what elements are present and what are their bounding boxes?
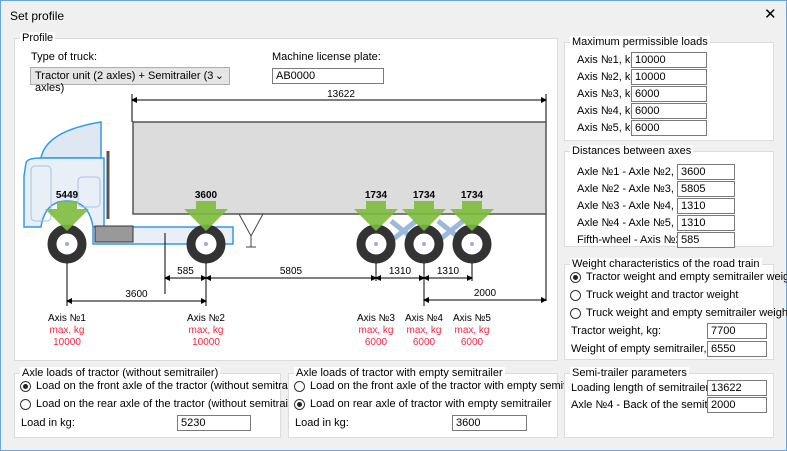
- dimension-text-fifth: 585: [177, 266, 194, 277]
- set-profile-dialog: Set profile ✕ 13622 5449 3600 1734 1734 1734…: [0, 0, 787, 451]
- row-input[interactable]: 6000: [631, 103, 707, 119]
- radio-button[interactable]: [294, 399, 305, 410]
- row-input[interactable]: 6000: [631, 120, 707, 136]
- weight-label: Weight characteristics of the road train: [570, 258, 762, 270]
- truck-type-select[interactable]: Tractor unit (2 axles) + Semitrailer (3 …: [30, 67, 230, 94]
- radio-label[interactable]: Load on the rear axle of the tractor (wi…: [36, 398, 304, 410]
- wheel-hub: [422, 242, 426, 246]
- axle-load-value: 5449: [56, 190, 79, 201]
- row-input[interactable]: 585: [677, 232, 735, 248]
- distances-group: Distances between axes Axle №1 - Axle №2…: [564, 145, 774, 248]
- axle-load-value: 1734: [413, 190, 436, 201]
- max-loads-group: Maximum permissible loads Axis №1, kg: 10…: [564, 36, 774, 141]
- radio-label[interactable]: Truck weight and empty semitrailer weigh…: [586, 307, 787, 319]
- axis-max-label: max, kg: [49, 325, 84, 336]
- row-input[interactable]: 3600: [677, 164, 735, 180]
- radio-label[interactable]: Load on the front axle of the tractor (w…: [36, 380, 306, 392]
- load-input[interactable]: 3600: [452, 415, 527, 431]
- landing-gear: [238, 213, 264, 248]
- load-input[interactable]: 5230: [177, 415, 251, 431]
- axle-load-value: 1734: [365, 190, 388, 201]
- tractor-weight-label: Tractor weight, kg:: [571, 325, 662, 337]
- axis-name: Axis №3: [357, 313, 395, 324]
- axis-max-value: 6000: [413, 337, 436, 348]
- axis-max-label: max, kg: [454, 325, 489, 336]
- license-plate-input[interactable]: AB0000: [272, 68, 384, 84]
- radio-button[interactable]: [570, 272, 581, 283]
- axis-max-value: 10000: [192, 337, 220, 348]
- semitrailer-weight-label: Weight of empty semitrailer, kg:: [571, 343, 725, 355]
- axis-name: Axis №5: [453, 313, 491, 324]
- axle-load-value: 1734: [461, 190, 484, 201]
- radio-button[interactable]: [570, 290, 581, 301]
- load-label: Load in kg:: [21, 417, 75, 429]
- axle-loads-no-semitrailer-label: Axle loads of tractor (without semitrail…: [20, 367, 221, 379]
- chevron-down-icon: ⌄: [214, 70, 224, 82]
- wheel-hub: [204, 242, 208, 246]
- total-length-text: 13622: [327, 89, 355, 100]
- wheel-hub: [374, 242, 378, 246]
- close-icon[interactable]: ✕: [764, 5, 777, 23]
- axle-loads-empty-semitrailer-group: Axle loads of tractor with empty semitra…: [288, 367, 591, 438]
- profile-group: 13622 5449 3600 1734 1734 1734 585 5805 1310 131…: [14, 32, 558, 361]
- semitrailer-params-label: Semi-trailer parameters: [570, 367, 689, 379]
- radio-button[interactable]: [20, 381, 31, 392]
- axle-loads-no-semitrailer-group: Axle loads of tractor (without semitrail…: [14, 367, 306, 438]
- axis-max-label: max, kg: [358, 325, 393, 336]
- axis-name: Axis №1: [48, 313, 86, 324]
- axis-name: Axis №4: [405, 313, 443, 324]
- axis-max-value: 6000: [461, 337, 484, 348]
- row-input[interactable]: 1310: [677, 215, 735, 231]
- semitrailer-params-group: Semi-trailer parameters Loading length o…: [564, 367, 774, 438]
- row-input[interactable]: 5805: [677, 181, 735, 197]
- wheel-hub: [65, 242, 69, 246]
- dimension-text-d34: 1310: [389, 266, 412, 277]
- axis-max-value: 10000: [53, 337, 81, 348]
- loading-length-input[interactable]: 13622: [707, 380, 767, 396]
- semitrailer-weight-input[interactable]: 6550: [707, 341, 767, 357]
- window-title: Set profile: [10, 9, 65, 23]
- dimension-text-d23: 5805: [280, 266, 303, 277]
- max-loads-label: Maximum permissible loads: [570, 36, 710, 48]
- axle4-back-input[interactable]: 2000: [707, 397, 767, 413]
- wheel-hub: [470, 242, 474, 246]
- radio-label[interactable]: Tractor weight and empty semitrailer wei…: [586, 271, 787, 283]
- weight-group: Weight characteristics of the road train…: [564, 258, 787, 360]
- row-input[interactable]: 1310: [677, 198, 735, 214]
- truck-diagram: 13622 5449 3600 1734 1734 1734 585 5805 1310 131…: [23, 89, 547, 348]
- distances-label: Distances between axes: [570, 145, 694, 157]
- axle-loads-empty-semitrailer-label: Axle loads of tractor with empty semitra…: [294, 367, 505, 379]
- dimension-text-d12: 3600: [125, 289, 148, 300]
- radio-label[interactable]: Load on rear axle of tractor with empty …: [310, 398, 552, 410]
- axis-max-label: max, kg: [188, 325, 223, 336]
- row-input[interactable]: 10000: [631, 52, 707, 68]
- license-plate-label: Machine license plate:: [272, 51, 381, 63]
- radio-button[interactable]: [20, 399, 31, 410]
- tractor-weight-input[interactable]: 7700: [707, 323, 767, 339]
- dimension-text-back: 2000: [474, 288, 497, 299]
- radio-label[interactable]: Truck weight and tractor weight: [586, 289, 738, 301]
- axis-max-value: 6000: [365, 337, 388, 348]
- axis-max-label: max, kg: [406, 325, 441, 336]
- axle-load-value: 3600: [195, 190, 218, 201]
- dimension-text-d45: 1310: [437, 266, 460, 277]
- row-input[interactable]: 10000: [631, 69, 707, 85]
- radio-button[interactable]: [570, 308, 581, 319]
- truck-type-label: Type of truck:: [31, 51, 98, 63]
- row-input[interactable]: 6000: [631, 86, 707, 102]
- profile-group-label: Profile: [20, 32, 56, 44]
- load-label: Load in kg:: [295, 417, 349, 429]
- axis-name: Axis №2: [187, 313, 225, 324]
- radio-label[interactable]: Load on the front axle of the tractor wi…: [310, 380, 591, 392]
- radio-button[interactable]: [294, 381, 305, 392]
